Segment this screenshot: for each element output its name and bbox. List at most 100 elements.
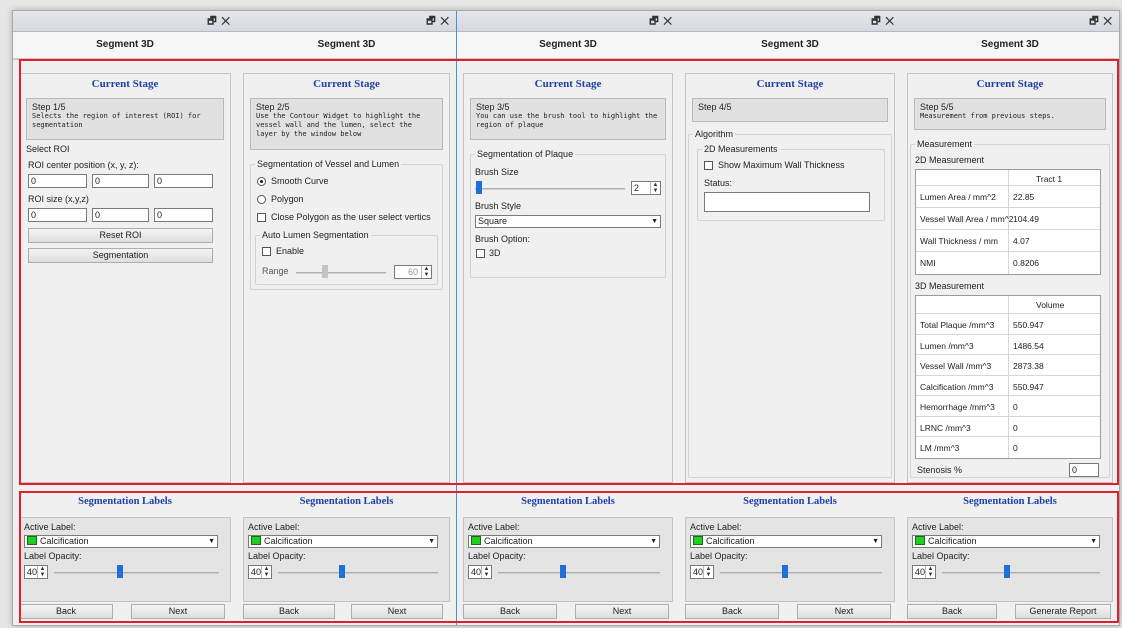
auto-lumen-group: Auto Lumen Segmentation Enable Range 60 ▲…: [255, 230, 438, 285]
next-button[interactable]: Next: [575, 604, 669, 619]
opacity-slider-handle[interactable]: [782, 565, 788, 578]
brush-size-slider[interactable]: [475, 188, 625, 190]
range-spinbox[interactable]: 60 ▲ ▼: [394, 265, 432, 279]
segmentation-labels: Segmentation Labels Active Label: Calcif…: [13, 493, 237, 603]
opacity-slider-handle[interactable]: [117, 565, 123, 578]
brush-style-combo[interactable]: Square ▼: [475, 215, 661, 228]
row-value: 0: [1013, 422, 1018, 433]
active-label-combo[interactable]: Calcification ▼: [468, 535, 660, 548]
panel-step-2: 🗗 ✕ Segment 3D Current Stage Step 2/5 Us…: [237, 11, 456, 625]
smooth-curve-radio[interactable]: [257, 177, 266, 186]
stenosis-field[interactable]: 0: [1069, 463, 1099, 477]
current-stage-box: Current Stage Step 1/5 Selects the regio…: [19, 73, 231, 483]
back-button[interactable]: Back: [685, 604, 779, 619]
smooth-curve-label: Smooth Curve: [271, 176, 329, 186]
float-close-icon[interactable]: 🗗 ✕: [426, 14, 450, 31]
brush-size-spinbox[interactable]: 2 ▲ ▼: [631, 181, 661, 195]
step-description: You can use the brush tool to highlight …: [476, 112, 658, 129]
row-divider: [916, 185, 1100, 186]
opacity-slider[interactable]: [942, 572, 1100, 574]
active-label-combo[interactable]: Calcification ▼: [912, 535, 1100, 548]
brush-size-handle[interactable]: [476, 181, 482, 194]
labels-group: Active Label: Calcification ▼ Label Opaci…: [243, 517, 450, 602]
active-label-caption: Active Label:: [24, 522, 76, 532]
stage-header: Current Stage: [91, 78, 159, 90]
range-slider[interactable]: [296, 272, 386, 274]
range-label: Range: [262, 266, 289, 276]
range-slider-handle[interactable]: [322, 265, 328, 278]
next-button[interactable]: Next: [131, 604, 225, 619]
opacity-slider[interactable]: [720, 572, 882, 574]
generate-report-button[interactable]: Generate Report: [1015, 604, 1111, 619]
labels-header: Segmentation Labels: [78, 496, 172, 507]
back-button[interactable]: Back: [463, 604, 557, 619]
float-close-icon[interactable]: 🗗 ✕: [649, 14, 673, 31]
enable-checkbox[interactable]: [262, 247, 271, 256]
label-color-swatch: [27, 536, 37, 545]
next-button[interactable]: Next: [351, 604, 443, 619]
roi-size-y[interactable]: 0: [92, 208, 149, 222]
brush-style-label: Brush Style: [475, 201, 522, 211]
float-close-icon[interactable]: 🗗 ✕: [207, 14, 231, 31]
stage-header: Current Stage: [313, 78, 380, 90]
step-label: Step 2/5: [256, 102, 290, 112]
group-title: Measurement: [915, 139, 975, 149]
roi-size-z[interactable]: 0: [154, 208, 213, 222]
current-stage-box: Current Stage Step 4/5 Algorithm 2D Meas…: [685, 73, 895, 483]
active-label-combo[interactable]: Calcification ▼: [248, 535, 438, 548]
segmentation-button[interactable]: Segmentation: [28, 248, 213, 263]
group-title: Segmentation of Plaque: [475, 149, 576, 159]
stenosis-label: Stenosis %: [917, 465, 963, 475]
opacity-slider-handle[interactable]: [560, 565, 566, 578]
opacity-slider[interactable]: [54, 572, 219, 574]
roi-center-y[interactable]: 0: [92, 174, 149, 188]
active-label-combo[interactable]: Calcification ▼: [24, 535, 218, 548]
roi-center-x[interactable]: 0: [28, 174, 87, 188]
spin-arrows-icon[interactable]: ▲ ▼: [925, 566, 935, 578]
segmentation-labels: Segmentation Labels Active Label: Calcif…: [457, 493, 679, 603]
label-opacity-caption: Label Opacity:: [912, 551, 970, 561]
back-button[interactable]: Back: [243, 604, 335, 619]
roi-size-x[interactable]: 0: [28, 208, 87, 222]
table-2d: Tract 1 Lumen Area / mm^2 22.85 Vessel Wall…: [915, 169, 1101, 275]
spin-arrows-icon[interactable]: ▲ ▼: [37, 566, 47, 578]
dock-titlebar: 🗗 ✕: [237, 11, 456, 32]
float-close-icon[interactable]: 🗗 ✕: [1089, 14, 1113, 31]
current-stage-box: Current Stage Step 2/5 Use the Contour W…: [243, 73, 450, 483]
close-polygon-checkbox[interactable]: [257, 213, 266, 222]
spin-arrows-icon[interactable]: ▲ ▼: [421, 266, 431, 278]
spin-arrows-icon[interactable]: ▲ ▼: [703, 566, 713, 578]
status-label: Status:: [704, 178, 733, 188]
opacity-spinbox[interactable]: 40 ▲ ▼: [468, 565, 492, 579]
spin-arrows-icon[interactable]: ▲ ▼: [650, 182, 660, 194]
status-field[interactable]: [704, 192, 870, 212]
opacity-spinbox[interactable]: 40 ▲ ▼: [912, 565, 936, 579]
opacity-spinbox[interactable]: 40 ▲ ▼: [248, 565, 272, 579]
polygon-radio[interactable]: [257, 195, 266, 204]
measurement-2d-label: 2D Measurement: [915, 155, 985, 165]
row-divider: [916, 333, 1100, 335]
opacity-slider[interactable]: [498, 572, 660, 574]
row-value: 4.07: [1013, 236, 1030, 246]
brush-3d-checkbox[interactable]: [476, 249, 485, 258]
opacity-spinbox[interactable]: 40 ▲ ▼: [24, 565, 48, 579]
row-divider: [916, 207, 1100, 208]
show-max-wall-checkbox[interactable]: [704, 161, 713, 170]
label-color-swatch: [471, 536, 481, 545]
opacity-slider-handle[interactable]: [1004, 565, 1010, 578]
group-title: Segmentation of Vessel and Lumen: [255, 159, 402, 169]
active-label-combo[interactable]: Calcification ▼: [690, 535, 882, 548]
float-close-icon[interactable]: 🗗 ✕: [871, 14, 895, 31]
back-button[interactable]: Back: [907, 604, 997, 619]
reset-roi-button[interactable]: Reset ROI: [28, 228, 213, 243]
opacity-slider-handle[interactable]: [339, 565, 345, 578]
label-opacity-caption: Label Opacity:: [468, 551, 526, 561]
spin-arrows-icon[interactable]: ▲ ▼: [261, 566, 271, 578]
opacity-slider[interactable]: [278, 572, 438, 574]
next-button[interactable]: Next: [797, 604, 891, 619]
back-button[interactable]: Back: [19, 604, 113, 619]
spin-arrows-icon[interactable]: ▲ ▼: [481, 566, 491, 578]
chevron-down-icon: ▼: [208, 538, 215, 545]
roi-center-z[interactable]: 0: [154, 174, 213, 188]
opacity-spinbox[interactable]: 40 ▲ ▼: [690, 565, 714, 579]
